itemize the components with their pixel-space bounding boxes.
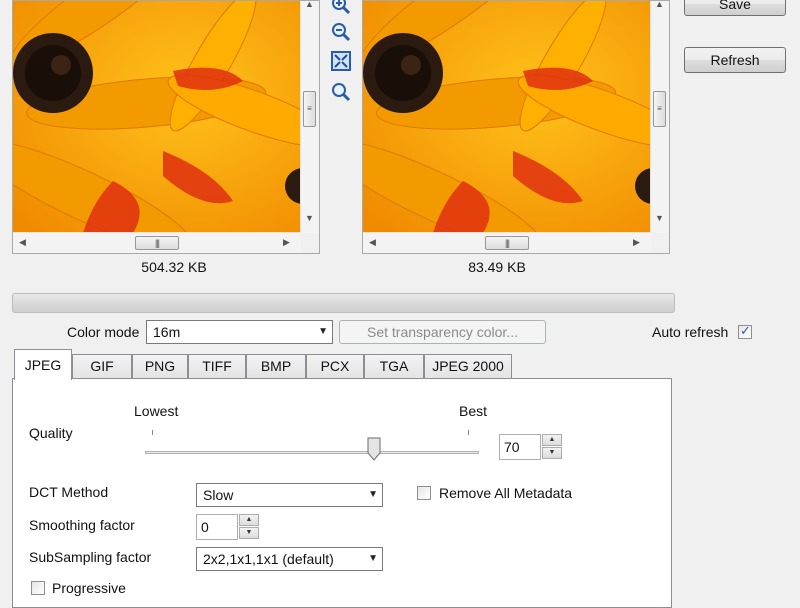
tab-jpeg2000[interactable]: JPEG 2000 bbox=[424, 354, 512, 378]
auto-refresh-label: Auto refresh bbox=[652, 324, 729, 340]
vertical-scroll-thumb[interactable]: ≡ bbox=[303, 91, 316, 127]
compressed-horizontal-scrollbar[interactable]: ◀ ||| ▶ bbox=[363, 232, 651, 253]
zoom-in-icon[interactable] bbox=[330, 0, 352, 16]
horizontal-scroll-thumb[interactable]: ||| bbox=[135, 236, 179, 250]
scroll-down-icon[interactable]: ▼ bbox=[305, 213, 314, 223]
decrement-icon[interactable]: ▼ bbox=[239, 527, 259, 539]
increment-icon[interactable]: ▲ bbox=[239, 514, 259, 526]
scroll-corner bbox=[301, 233, 319, 253]
scroll-right-icon[interactable]: ▶ bbox=[283, 237, 290, 248]
scroll-up-icon[interactable]: ▲ bbox=[305, 1, 314, 9]
scroll-down-icon[interactable]: ▼ bbox=[655, 213, 664, 223]
progressive-checkbox[interactable] bbox=[31, 581, 45, 595]
decrement-icon[interactable]: ▼ bbox=[542, 447, 562, 459]
smoothing-factor-input[interactable]: 0 bbox=[196, 514, 238, 540]
tab-gif[interactable]: GIF bbox=[72, 354, 132, 378]
original-size-label: 504.32 KB bbox=[141, 259, 207, 275]
jpeg-settings-panel: Lowest Best Quality 70 ▲ ▼ DCT Method Sl… bbox=[12, 378, 672, 608]
tab-jpeg[interactable]: JPEG bbox=[14, 349, 72, 380]
tab-pcx[interactable]: PCX bbox=[306, 354, 364, 378]
dct-method-select[interactable]: Slow ▼ bbox=[196, 483, 383, 507]
horizontal-scroll-thumb[interactable]: ||| bbox=[485, 236, 529, 250]
slider-track bbox=[145, 451, 479, 454]
auto-refresh-checkbox[interactable]: ✓ bbox=[738, 323, 752, 339]
color-mode-label: Color mode bbox=[67, 324, 140, 340]
tab-bmp[interactable]: BMP bbox=[246, 354, 306, 378]
original-horizontal-scrollbar[interactable]: ◀ ||| ▶ bbox=[13, 232, 301, 253]
progressive-label: Progressive bbox=[52, 580, 126, 596]
lowest-label: Lowest bbox=[134, 403, 179, 419]
fit-to-window-icon[interactable] bbox=[330, 50, 352, 72]
original-vertical-scrollbar[interactable]: ▲ ≡ ▼ bbox=[300, 1, 319, 233]
original-preview: ▲ ≡ ▼ ◀ ||| ▶ bbox=[12, 0, 320, 254]
dct-method-value: Slow bbox=[203, 487, 234, 503]
scroll-corner bbox=[651, 233, 669, 253]
progress-bar bbox=[12, 293, 675, 313]
scroll-right-icon[interactable]: ▶ bbox=[633, 237, 640, 248]
quality-label: Quality bbox=[29, 425, 73, 441]
scroll-up-icon[interactable]: ▲ bbox=[655, 1, 664, 9]
dct-method-label: DCT Method bbox=[29, 484, 109, 500]
best-label: Best bbox=[459, 403, 488, 419]
remove-metadata-checkbox[interactable] bbox=[417, 486, 431, 500]
tab-tiff[interactable]: TIFF bbox=[188, 354, 246, 378]
chevron-down-icon: ▼ bbox=[368, 489, 378, 500]
scroll-left-icon[interactable]: ◀ bbox=[19, 237, 26, 248]
remove-metadata-label: Remove All Metadata bbox=[439, 485, 573, 501]
compressed-size-label: 83.49 KB bbox=[468, 259, 526, 275]
quality-input[interactable]: 70 bbox=[499, 434, 541, 460]
slider-tick-left bbox=[152, 430, 153, 435]
quality-slider[interactable] bbox=[145, 427, 479, 463]
chevron-down-icon: ▼ bbox=[368, 553, 378, 564]
tab-png[interactable]: PNG bbox=[132, 354, 188, 378]
increment-icon[interactable]: ▲ bbox=[542, 434, 562, 446]
color-mode-select[interactable]: 16m ▼ bbox=[146, 320, 333, 344]
checkmark-icon: ✓ bbox=[740, 323, 751, 338]
slider-thumb[interactable] bbox=[367, 437, 381, 461]
chevron-down-icon: ▼ bbox=[318, 326, 328, 337]
slider-tick-right bbox=[468, 430, 469, 435]
tab-tga[interactable]: TGA bbox=[364, 354, 424, 378]
scroll-left-icon[interactable]: ◀ bbox=[369, 237, 376, 248]
subsampling-factor-label: SubSampling factor bbox=[29, 549, 152, 565]
save-button[interactable]: Save bbox=[684, 0, 786, 16]
subsampling-factor-select[interactable]: 2x2,1x1,1x1 (default) ▼ bbox=[196, 547, 383, 571]
quality-stepper[interactable]: ▲ ▼ bbox=[542, 434, 562, 460]
subsampling-factor-value: 2x2,1x1,1x1 (default) bbox=[203, 551, 334, 567]
zoom-out-icon[interactable] bbox=[330, 21, 352, 43]
compressed-image bbox=[363, 1, 651, 233]
smoothing-factor-label: Smoothing factor bbox=[29, 517, 135, 533]
actual-size-icon[interactable] bbox=[330, 81, 352, 103]
set-transparency-button[interactable]: Set transparency color... bbox=[339, 320, 546, 344]
compressed-preview: ▲ ≡ ▼ ◀ ||| ▶ bbox=[362, 0, 670, 254]
vertical-scroll-thumb[interactable]: ≡ bbox=[653, 91, 666, 127]
smoothing-factor-stepper[interactable]: ▲ ▼ bbox=[239, 514, 259, 540]
refresh-button[interactable]: Refresh bbox=[684, 47, 786, 73]
original-image bbox=[13, 1, 301, 233]
compressed-vertical-scrollbar[interactable]: ▲ ≡ ▼ bbox=[650, 1, 669, 233]
color-mode-value: 16m bbox=[153, 324, 181, 340]
